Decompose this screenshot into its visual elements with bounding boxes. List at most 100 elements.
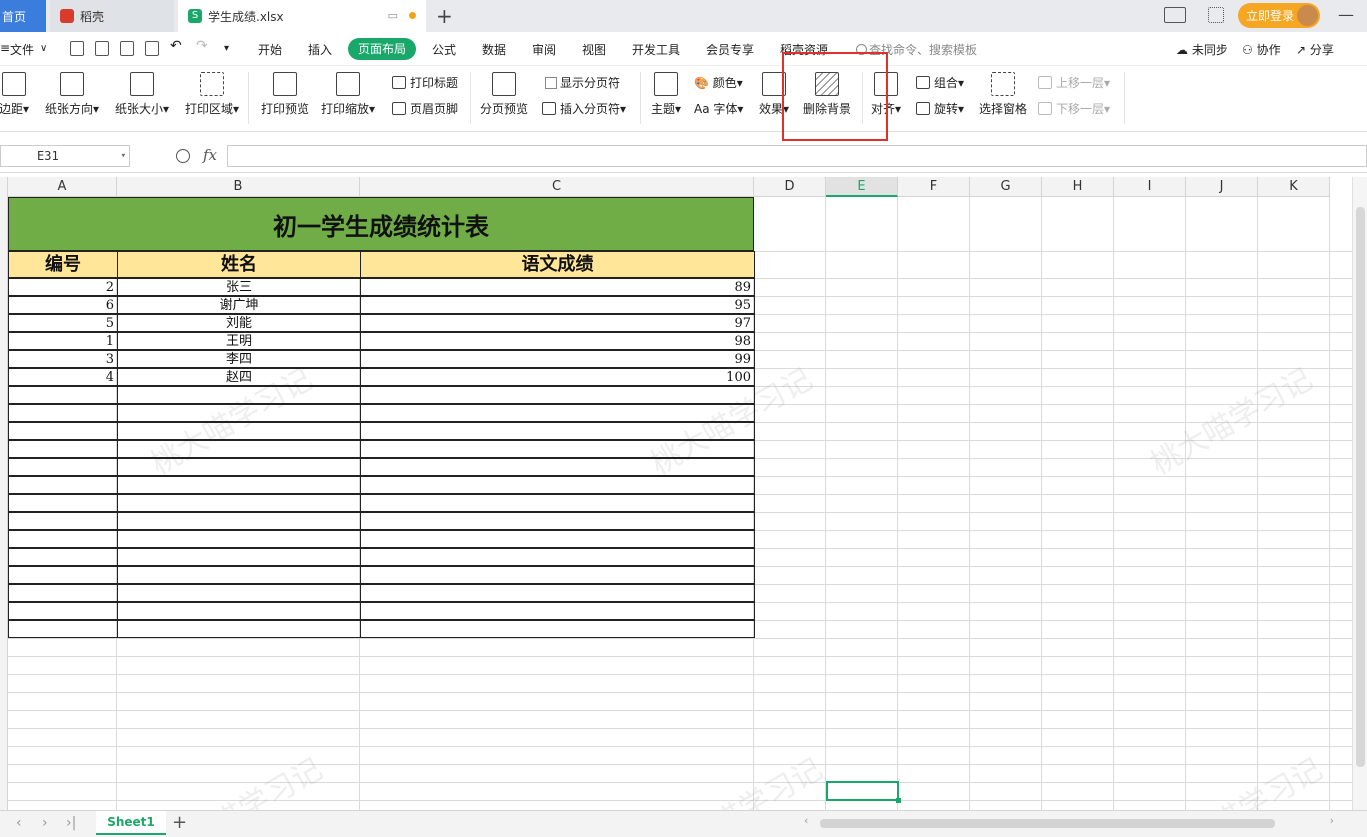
table-cell[interactable]	[8, 494, 118, 512]
column-header-e[interactable]: E	[826, 177, 898, 197]
table-cell[interactable]: 99	[360, 350, 755, 368]
menu-member[interactable]: 会员专享	[706, 41, 754, 58]
table-cell[interactable]: 100	[360, 368, 755, 386]
menu-developer[interactable]: 开发工具	[632, 41, 680, 58]
table-cell[interactable]	[360, 512, 755, 530]
table-header-cell[interactable]: 姓名	[117, 251, 361, 278]
scroll-right-icon[interactable]: ›	[1330, 814, 1334, 827]
column-header-j[interactable]: J	[1186, 177, 1258, 197]
table-cell[interactable]	[8, 404, 118, 422]
column-header-c[interactable]: C	[360, 177, 754, 197]
sync-status[interactable]: ☁ 未同步	[1176, 41, 1228, 58]
table-cell[interactable]	[8, 476, 118, 494]
table-cell[interactable]: 6	[8, 296, 118, 314]
table-cell[interactable]	[8, 458, 118, 476]
menu-view[interactable]: 视图	[582, 41, 606, 58]
vertical-scroll-thumb[interactable]	[1356, 207, 1365, 767]
print-icon[interactable]	[120, 41, 134, 56]
quick-access-dropdown-icon[interactable]: ▾	[224, 43, 229, 54]
table-cell[interactable]	[8, 386, 118, 404]
print-preview-button[interactable]: 打印预览	[256, 72, 314, 117]
table-cell[interactable]: 3	[8, 350, 118, 368]
minimize-button[interactable]: —	[1338, 5, 1354, 24]
redo-icon[interactable]: ↷	[196, 38, 208, 54]
table-cell[interactable]	[360, 530, 755, 548]
table-cell[interactable]	[117, 422, 361, 440]
table-cell[interactable]	[117, 566, 361, 584]
menu-data[interactable]: 数据	[482, 41, 506, 58]
table-cell[interactable]	[117, 620, 361, 638]
table-cell[interactable]	[360, 458, 755, 476]
name-box[interactable]: E31 ▾	[0, 145, 130, 167]
fonts-button[interactable]: Aa 字体▾	[694, 100, 743, 117]
table-cell[interactable]	[360, 566, 755, 584]
file-dropdown-icon[interactable]: ∨	[40, 43, 47, 54]
table-cell[interactable]: 4	[8, 368, 118, 386]
table-cell[interactable]: 张三	[117, 278, 361, 296]
table-cell[interactable]	[117, 404, 361, 422]
menu-insert[interactable]: 插入	[308, 41, 332, 58]
table-cell[interactable]: 89	[360, 278, 755, 296]
apps-grid-icon[interactable]	[1208, 7, 1224, 23]
export-icon[interactable]	[95, 41, 109, 56]
tab-home[interactable]: 首页	[0, 0, 46, 32]
table-cell[interactable]	[360, 584, 755, 602]
orientation-button[interactable]: 纸张方向▾	[40, 72, 104, 117]
menu-page-layout[interactable]: 页面布局	[348, 38, 416, 60]
table-cell[interactable]: 95	[360, 296, 755, 314]
last-sheet-arrow-icon[interactable]: ›|	[66, 815, 76, 831]
table-cell[interactable]	[360, 386, 755, 404]
table-cell[interactable]	[117, 584, 361, 602]
table-cell[interactable]	[117, 386, 361, 404]
menu-start[interactable]: 开始	[258, 41, 282, 58]
send-backward-button[interactable]: 下移一层▾	[1038, 100, 1110, 117]
column-header-a[interactable]: A	[8, 177, 117, 197]
table-cell[interactable]	[117, 512, 361, 530]
horizontal-scrollbar[interactable]: ‹ ›	[804, 814, 1334, 829]
spreadsheet-grid[interactable]: ABCDEFGHIJK桃大喵学习记桃大喵学习记桃大喵学习记桃大喵学习记桃大喵学习…	[0, 177, 1352, 810]
table-cell[interactable]: 刘能	[117, 314, 361, 332]
selection-pane-button[interactable]: 选择窗格	[976, 72, 1030, 117]
preview-icon[interactable]	[145, 41, 159, 56]
table-cell[interactable]	[117, 494, 361, 512]
table-cell[interactable]	[8, 440, 118, 458]
tab-document[interactable]: S 学生成绩.xlsx ▭	[178, 0, 426, 32]
margins-button[interactable]: 边距▾	[0, 72, 34, 117]
table-cell[interactable]: 98	[360, 332, 755, 350]
login-button[interactable]: 立即登录	[1238, 3, 1320, 28]
rotate-button[interactable]: 旋转▾	[916, 100, 964, 117]
column-header-f[interactable]: F	[898, 177, 970, 197]
table-cell[interactable]	[360, 548, 755, 566]
formula-input[interactable]	[227, 145, 1367, 167]
window-layout-icon[interactable]	[1164, 7, 1186, 23]
table-cell[interactable]: 97	[360, 314, 755, 332]
menu-icon[interactable]: ≡	[0, 41, 10, 55]
menu-review[interactable]: 审阅	[532, 41, 556, 58]
table-cell[interactable]	[360, 494, 755, 512]
theme-button[interactable]: 主题▾	[648, 72, 684, 117]
table-cell[interactable]	[8, 422, 118, 440]
table-cell[interactable]	[360, 476, 755, 494]
table-cell[interactable]	[117, 458, 361, 476]
vertical-scrollbar[interactable]	[1352, 177, 1367, 810]
paper-size-button[interactable]: 纸张大小▾	[110, 72, 174, 117]
active-cell-cursor[interactable]	[826, 781, 899, 801]
share-button[interactable]: ↗ 分享	[1296, 41, 1334, 58]
next-sheet-arrow-icon[interactable]: ›	[42, 815, 48, 831]
column-header-i[interactable]: I	[1114, 177, 1186, 197]
page-break-preview-button[interactable]: 分页预览	[476, 72, 532, 117]
table-cell[interactable]	[8, 584, 118, 602]
table-cell[interactable]	[360, 440, 755, 458]
table-cell[interactable]: 5	[8, 314, 118, 332]
show-page-breaks-checkbox[interactable]: 显示分页符	[545, 74, 620, 91]
table-cell[interactable]: 李四	[117, 350, 361, 368]
table-cell[interactable]	[8, 512, 118, 530]
table-cell[interactable]	[117, 440, 361, 458]
table-cell[interactable]	[117, 548, 361, 566]
name-box-dropdown-icon[interactable]: ▾	[121, 146, 126, 166]
table-cell[interactable]	[117, 476, 361, 494]
add-sheet-button[interactable]: +	[172, 812, 187, 833]
bring-forward-button[interactable]: 上移一层▾	[1038, 74, 1110, 91]
table-cell[interactable]	[8, 530, 118, 548]
menu-formula[interactable]: 公式	[432, 41, 456, 58]
